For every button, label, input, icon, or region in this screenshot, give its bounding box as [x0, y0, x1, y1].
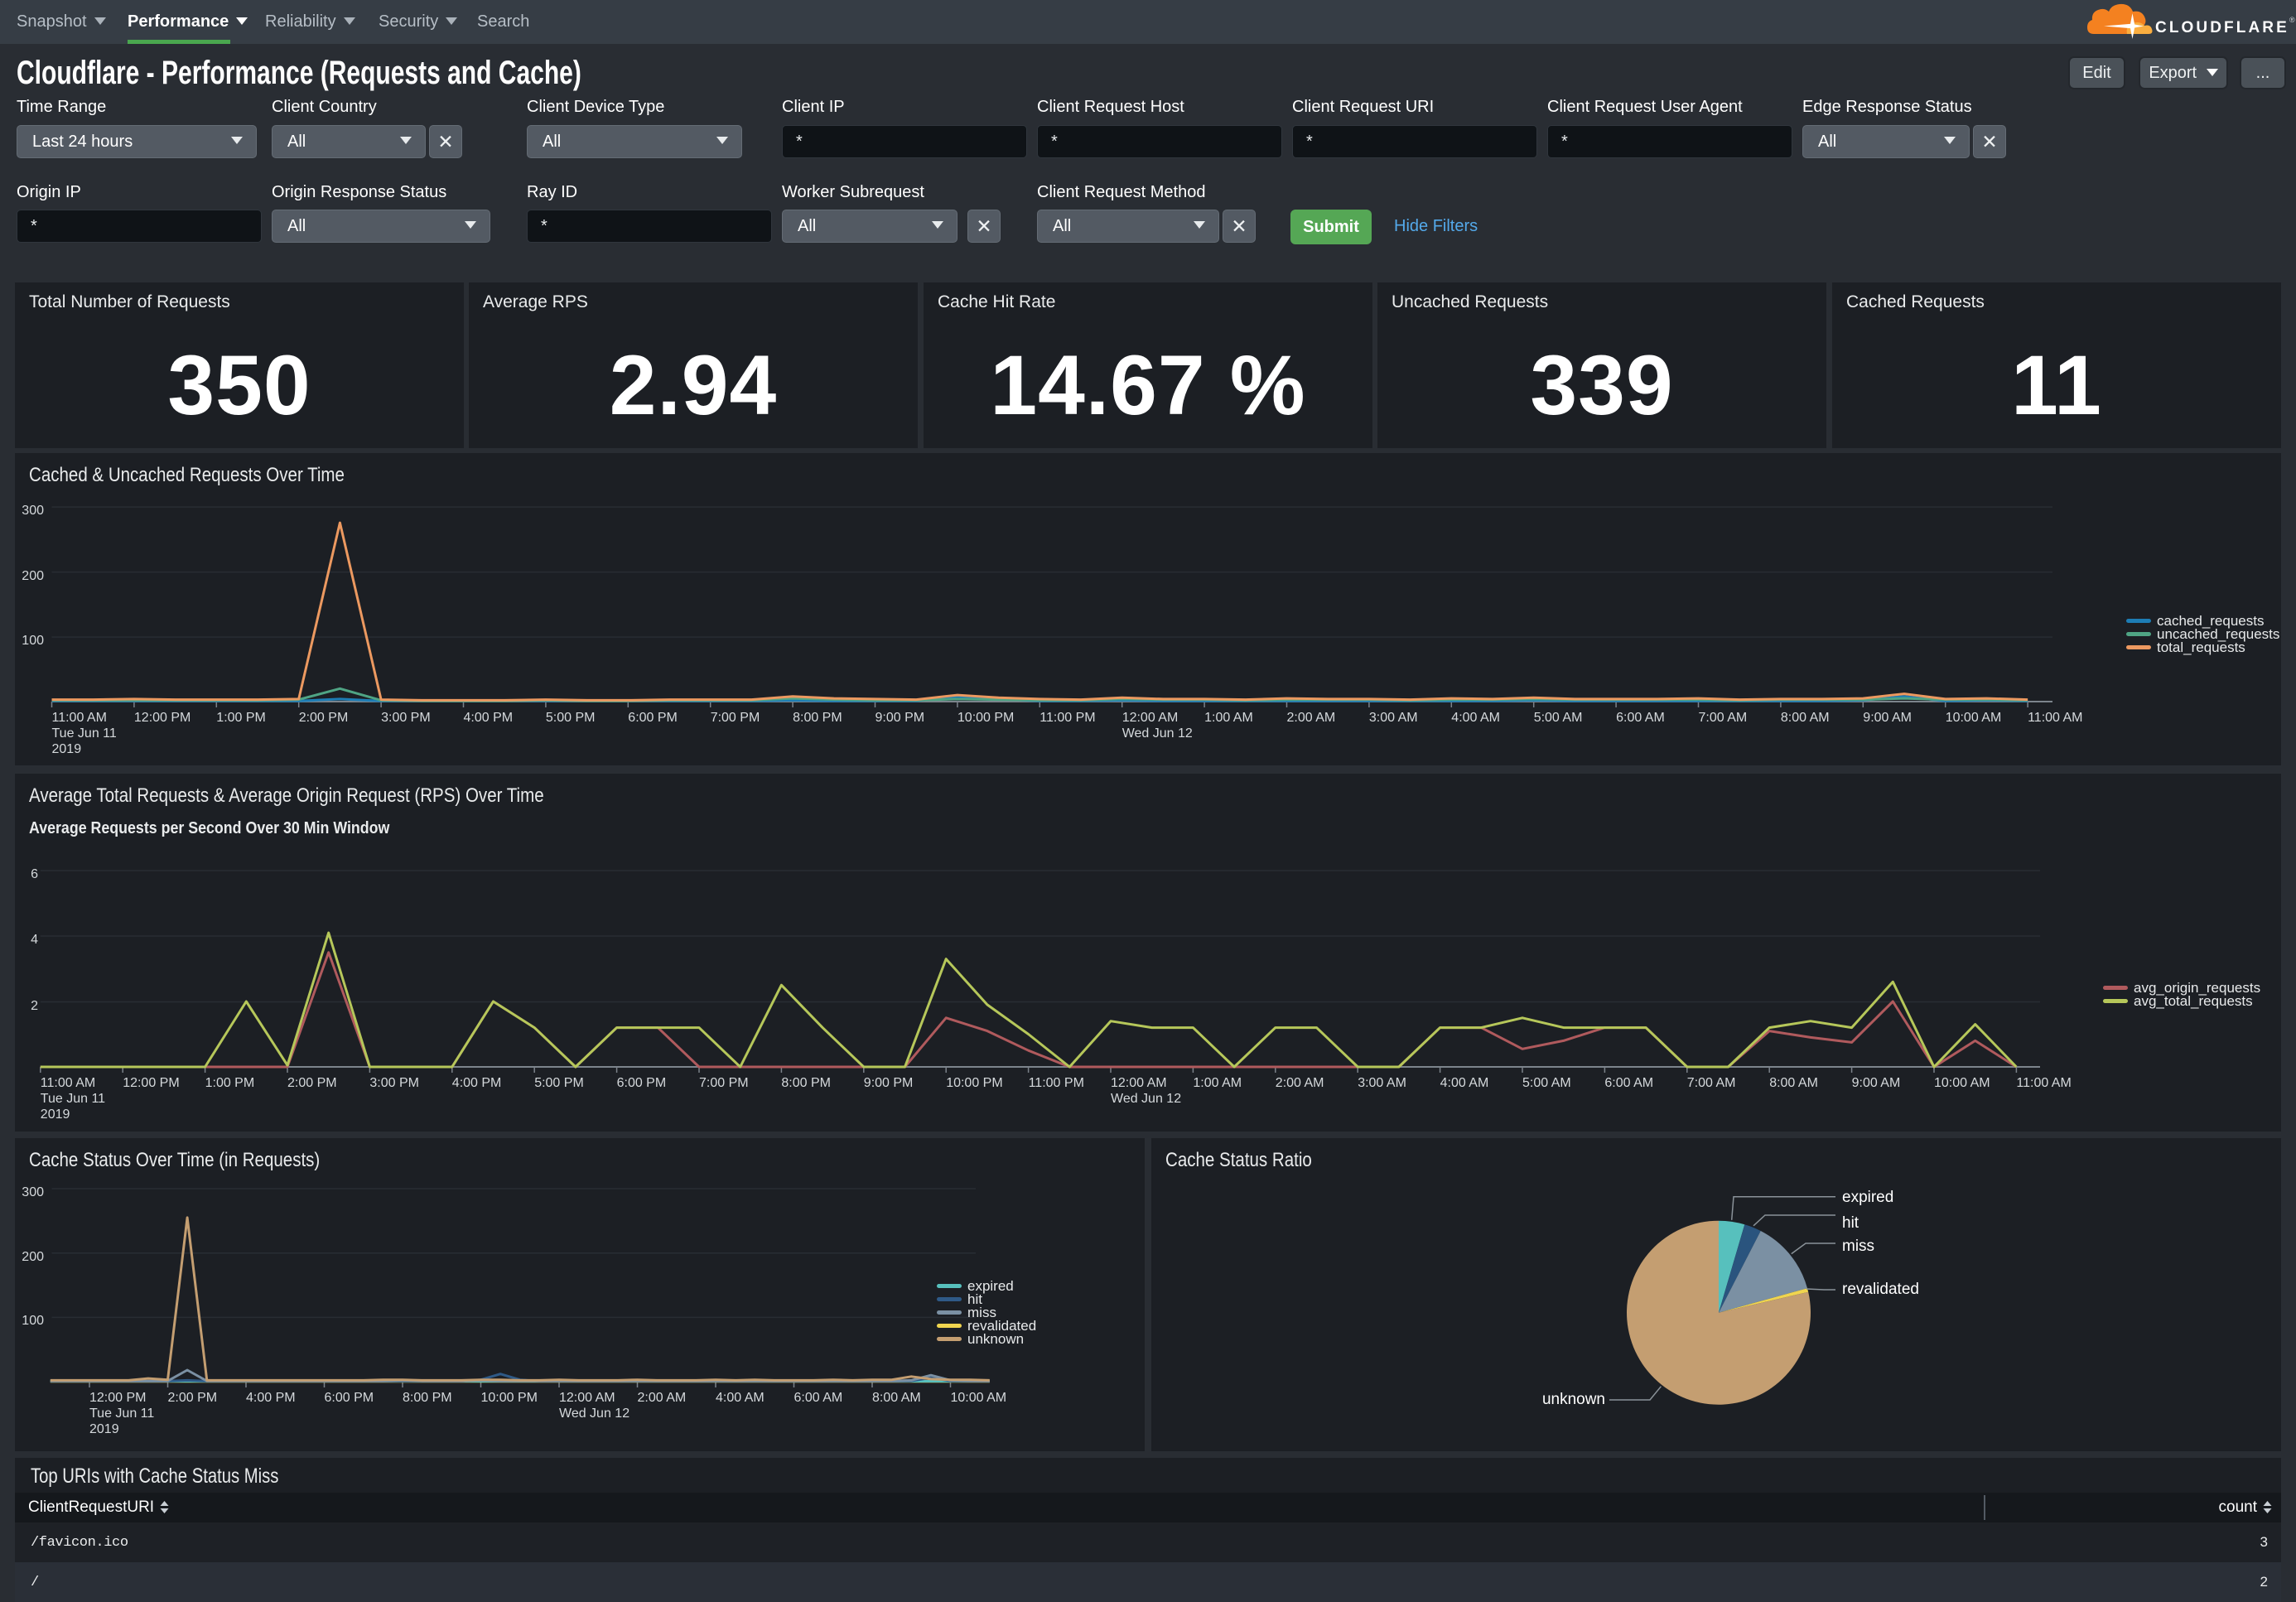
svg-text:CLOUDFLARE: CLOUDFLARE — [2155, 19, 2289, 36]
svg-text:®: ® — [2289, 16, 2295, 24]
